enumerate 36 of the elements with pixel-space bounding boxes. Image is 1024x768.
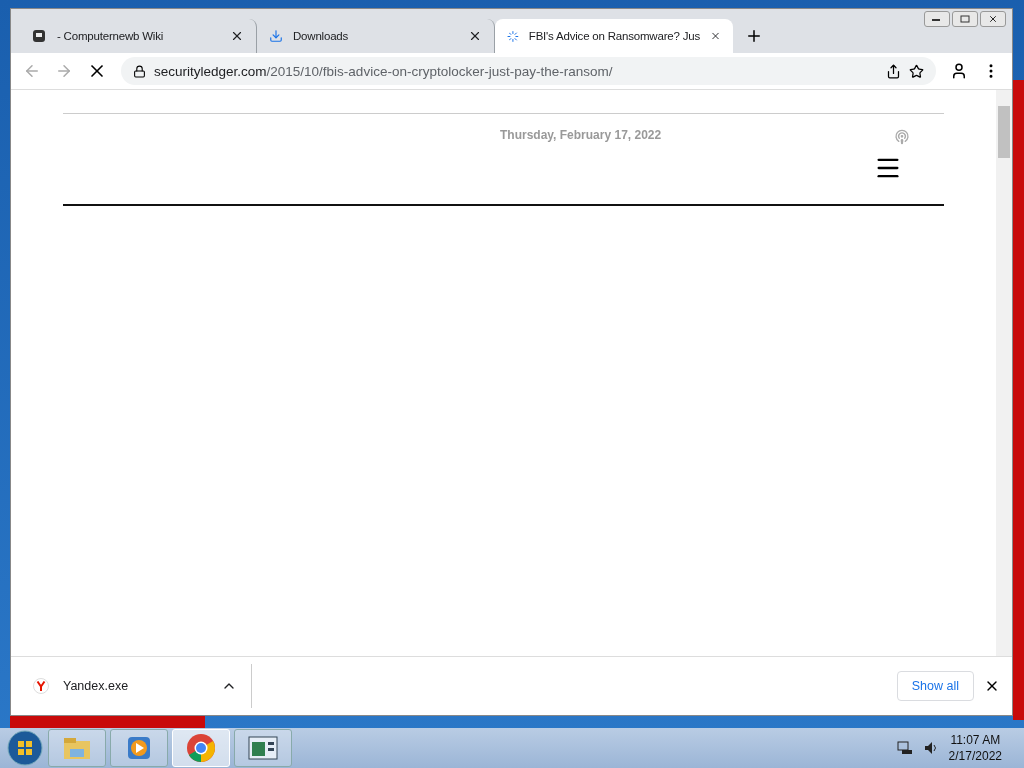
close-icon xyxy=(988,14,998,24)
minimize-button[interactable] xyxy=(924,11,950,27)
browser-tab[interactable]: - Computernewb Wiki xyxy=(19,19,257,53)
lock-icon xyxy=(133,64,146,78)
close-button[interactable] xyxy=(980,11,1006,27)
new-tab-icon[interactable] xyxy=(745,27,763,45)
loading-spinner-icon xyxy=(507,28,519,44)
start-button[interactable] xyxy=(6,729,44,767)
tab-title: FBI's Advice on Ransomware? Jus xyxy=(528,30,700,42)
browser-tab[interactable]: FBI's Advice on Ransomware? Jus xyxy=(495,19,733,53)
date-text: Thursday, February 17, 2022 xyxy=(500,128,662,142)
minimize-icon xyxy=(932,16,942,22)
tab-title: - Computernewb Wiki xyxy=(57,30,165,42)
share-icon[interactable] xyxy=(886,63,901,79)
url-text: securityledger.com/2015/10/fbis-advice-on-cryptolocker-just-pay-the-ransom/ xyxy=(154,63,613,79)
bookmark-icon[interactable] xyxy=(909,63,924,79)
close-icon[interactable] xyxy=(230,29,244,43)
taskbar-app[interactable] xyxy=(110,729,168,767)
profile-icon[interactable] xyxy=(950,62,968,80)
clock[interactable]: 11:07 AM 2/17/2022 xyxy=(948,733,1002,763)
window-icon xyxy=(248,735,278,761)
site-icon xyxy=(31,28,47,44)
tab-title: Downloads xyxy=(293,30,350,42)
folder-icon xyxy=(62,735,92,761)
download-icon xyxy=(269,29,283,43)
network-icon[interactable] xyxy=(896,740,913,756)
maximize-icon xyxy=(960,15,970,23)
close-icon[interactable] xyxy=(468,29,482,43)
y-logo-icon xyxy=(33,678,49,694)
download-item[interactable]: Yandex.exe xyxy=(33,664,252,708)
volume-icon[interactable] xyxy=(922,740,939,756)
media-player-icon xyxy=(126,735,152,761)
address-bar[interactable]: securityledger.com/2015/10/fbis-advice-on-cryptolocker-just-pay-the-ransom/ xyxy=(121,57,936,85)
chrome-icon xyxy=(186,733,216,763)
taskbar-app[interactable] xyxy=(234,729,292,767)
show-all-button[interactable]: Show all xyxy=(896,671,974,701)
